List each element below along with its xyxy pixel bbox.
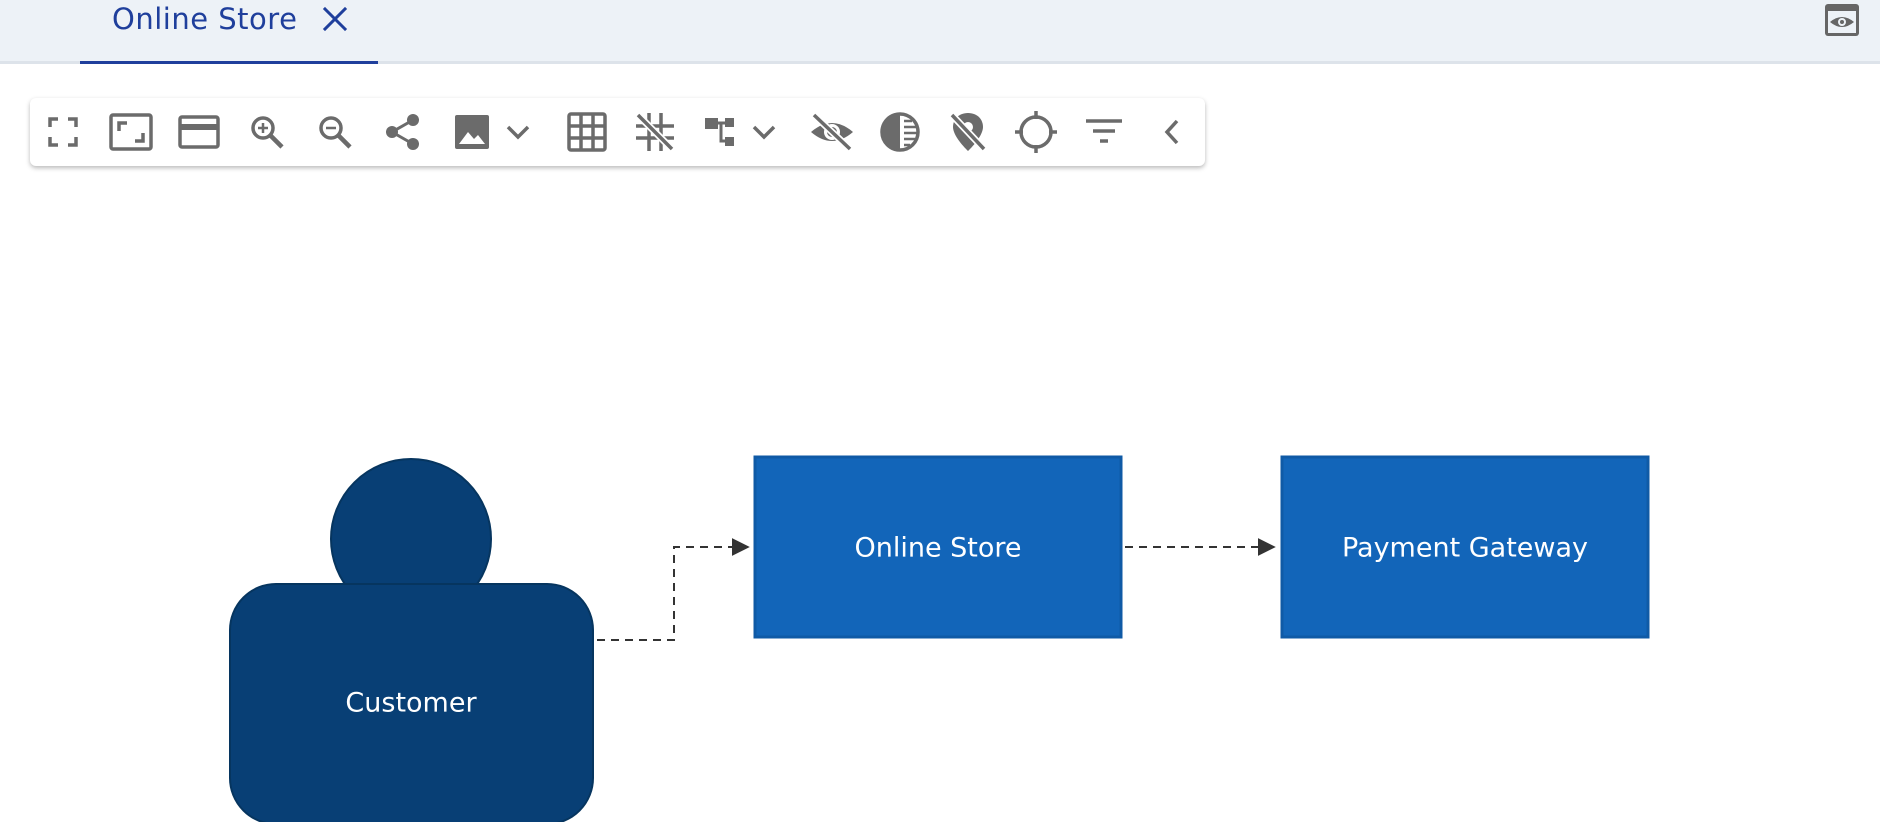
location-off-icon bbox=[949, 112, 987, 152]
card-icon bbox=[178, 115, 220, 149]
contrast-icon bbox=[880, 112, 920, 152]
focus-button[interactable] bbox=[1012, 110, 1060, 154]
contrast-button[interactable] bbox=[876, 110, 924, 154]
fit-screen-icon bbox=[109, 113, 153, 151]
grid-button[interactable] bbox=[563, 110, 611, 154]
node-online-store[interactable]: Online Store bbox=[753, 455, 1123, 639]
preview-eye-button[interactable] bbox=[1822, 2, 1862, 38]
fit-to-screen-button[interactable] bbox=[107, 110, 155, 154]
fullscreen-button[interactable] bbox=[39, 110, 87, 154]
collapse-toolbar-button[interactable] bbox=[1148, 110, 1196, 154]
grid-off-icon bbox=[635, 112, 675, 152]
visibility-off-icon bbox=[811, 112, 853, 152]
node-payment-gateway-label: Payment Gateway bbox=[1342, 533, 1588, 564]
filter-button[interactable] bbox=[1080, 110, 1128, 154]
export-image-button[interactable] bbox=[448, 110, 496, 154]
chevron-left-icon bbox=[1164, 119, 1179, 145]
tab-label: Online Store bbox=[112, 2, 298, 36]
node-online-store-label: Online Store bbox=[854, 533, 1021, 564]
node-payment-gateway[interactable]: Payment Gateway bbox=[1280, 455, 1650, 639]
zoom-in-button[interactable] bbox=[243, 110, 291, 154]
fullscreen-icon bbox=[48, 117, 78, 147]
hide-button[interactable] bbox=[808, 110, 856, 154]
diagram-toolbar bbox=[30, 98, 1205, 166]
node-customer[interactable]: Customer bbox=[229, 458, 594, 822]
tab-online-store[interactable]: Online Store bbox=[80, 0, 378, 64]
tab-bar: Online Store bbox=[0, 0, 1880, 64]
share-button[interactable] bbox=[379, 110, 427, 154]
share-icon bbox=[386, 114, 419, 150]
grid-icon bbox=[567, 112, 607, 152]
hierarchy-icon bbox=[705, 118, 734, 146]
diagram-canvas[interactable]: Customer Online Store Payment Gateway bbox=[0, 200, 1880, 822]
snap-off-button[interactable] bbox=[631, 110, 679, 154]
close-icon[interactable] bbox=[319, 3, 351, 35]
layout-button[interactable] bbox=[699, 110, 747, 154]
zoom-out-button[interactable] bbox=[311, 110, 359, 154]
zoom-out-icon bbox=[319, 116, 352, 149]
layout-dropdown-button[interactable] bbox=[746, 110, 782, 154]
card-view-button[interactable] bbox=[175, 110, 223, 154]
crosshair-icon bbox=[1015, 111, 1057, 153]
edge-customer-online-store[interactable] bbox=[597, 538, 750, 641]
location-off-button[interactable] bbox=[944, 110, 992, 154]
chevron-down-icon bbox=[752, 125, 776, 140]
eye-icon bbox=[1825, 4, 1859, 36]
node-customer-label: Customer bbox=[345, 688, 477, 719]
export-dropdown-button[interactable] bbox=[500, 110, 536, 154]
image-icon bbox=[455, 115, 489, 149]
chevron-down-icon bbox=[506, 125, 530, 140]
zoom-in-icon bbox=[251, 116, 284, 149]
filter-icon bbox=[1086, 119, 1122, 143]
